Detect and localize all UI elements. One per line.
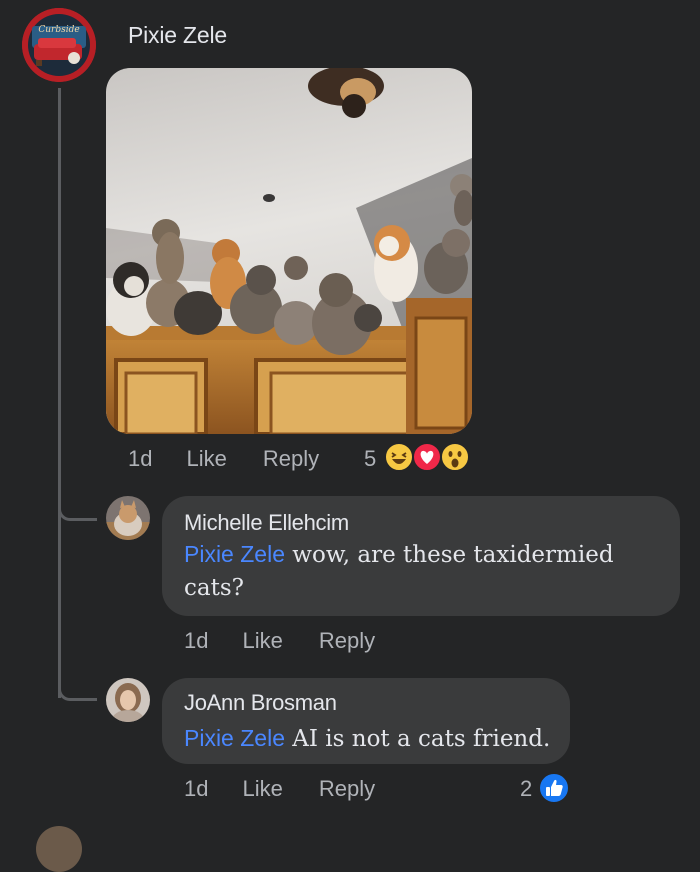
- reply-2-bubble[interactable]: JoAnn Brosman Pixie Zele AI is not a cat…: [162, 678, 570, 764]
- post-like-button[interactable]: Like: [186, 446, 226, 472]
- author-avatar[interactable]: Curbside: [22, 8, 96, 82]
- person-photo-icon: [106, 678, 150, 722]
- reply-1-reply-button[interactable]: Reply: [319, 628, 375, 654]
- post-reaction-count[interactable]: 5: [364, 446, 376, 472]
- reply-2-avatar[interactable]: [106, 678, 150, 722]
- like-icon[interactable]: [538, 772, 570, 804]
- reply-1-text: Pixie Zele wow, are these taxidermied ca…: [184, 538, 664, 605]
- post-image[interactable]: [106, 68, 472, 434]
- reply-2-reply-button[interactable]: Reply: [319, 776, 375, 802]
- reply-2-author[interactable]: JoAnn Brosman: [184, 690, 337, 716]
- reply-1-author[interactable]: Michelle Ellehcim: [184, 510, 349, 536]
- reply-1-text-line2: cats?: [184, 575, 244, 601]
- reply-2-meta-row: 1d Like Reply: [184, 776, 375, 802]
- haha-icon[interactable]: [384, 442, 414, 472]
- reply-2-text-body: AI is not a cats friend.: [284, 726, 551, 752]
- post-meta-row: 1d Like Reply: [128, 446, 319, 472]
- reply-2-like-button[interactable]: Like: [242, 776, 282, 802]
- reply-2-text: Pixie Zele AI is not a cats friend.: [184, 722, 564, 756]
- reply-1-text-line1: wow, are these taxidermied: [284, 542, 614, 568]
- post-reply-button[interactable]: Reply: [263, 446, 319, 472]
- reply-1-bubble[interactable]: Michelle Ellehcim Pixie Zele wow, are th…: [162, 496, 680, 616]
- wow-icon[interactable]: [440, 442, 470, 472]
- curbside-logo-icon: Curbside: [22, 8, 96, 82]
- cat-photo-icon: [106, 496, 150, 540]
- reply-1-time[interactable]: 1d: [184, 628, 208, 654]
- reply-2-mention[interactable]: Pixie Zele: [184, 725, 285, 751]
- reply-2-time[interactable]: 1d: [184, 776, 208, 802]
- post-author-name[interactable]: Pixie Zele: [128, 22, 227, 49]
- thread-line-vertical: [58, 88, 61, 698]
- next-comment-avatar[interactable]: [36, 826, 82, 872]
- reply-1-avatar[interactable]: [106, 496, 150, 540]
- cats-on-cabinet-photo: [106, 68, 472, 434]
- post-time[interactable]: 1d: [128, 446, 152, 472]
- thread-line-branch-1: [58, 504, 97, 521]
- reply-1-meta-row: 1d Like Reply: [184, 628, 375, 654]
- svg-text:Curbside: Curbside: [38, 25, 79, 35]
- thread-line-branch-2: [58, 684, 97, 701]
- reply-2-reaction-count[interactable]: 2: [520, 776, 532, 802]
- reply-1-like-button[interactable]: Like: [242, 628, 282, 654]
- reply-1-mention[interactable]: Pixie Zele: [184, 541, 285, 567]
- love-icon[interactable]: [412, 442, 442, 472]
